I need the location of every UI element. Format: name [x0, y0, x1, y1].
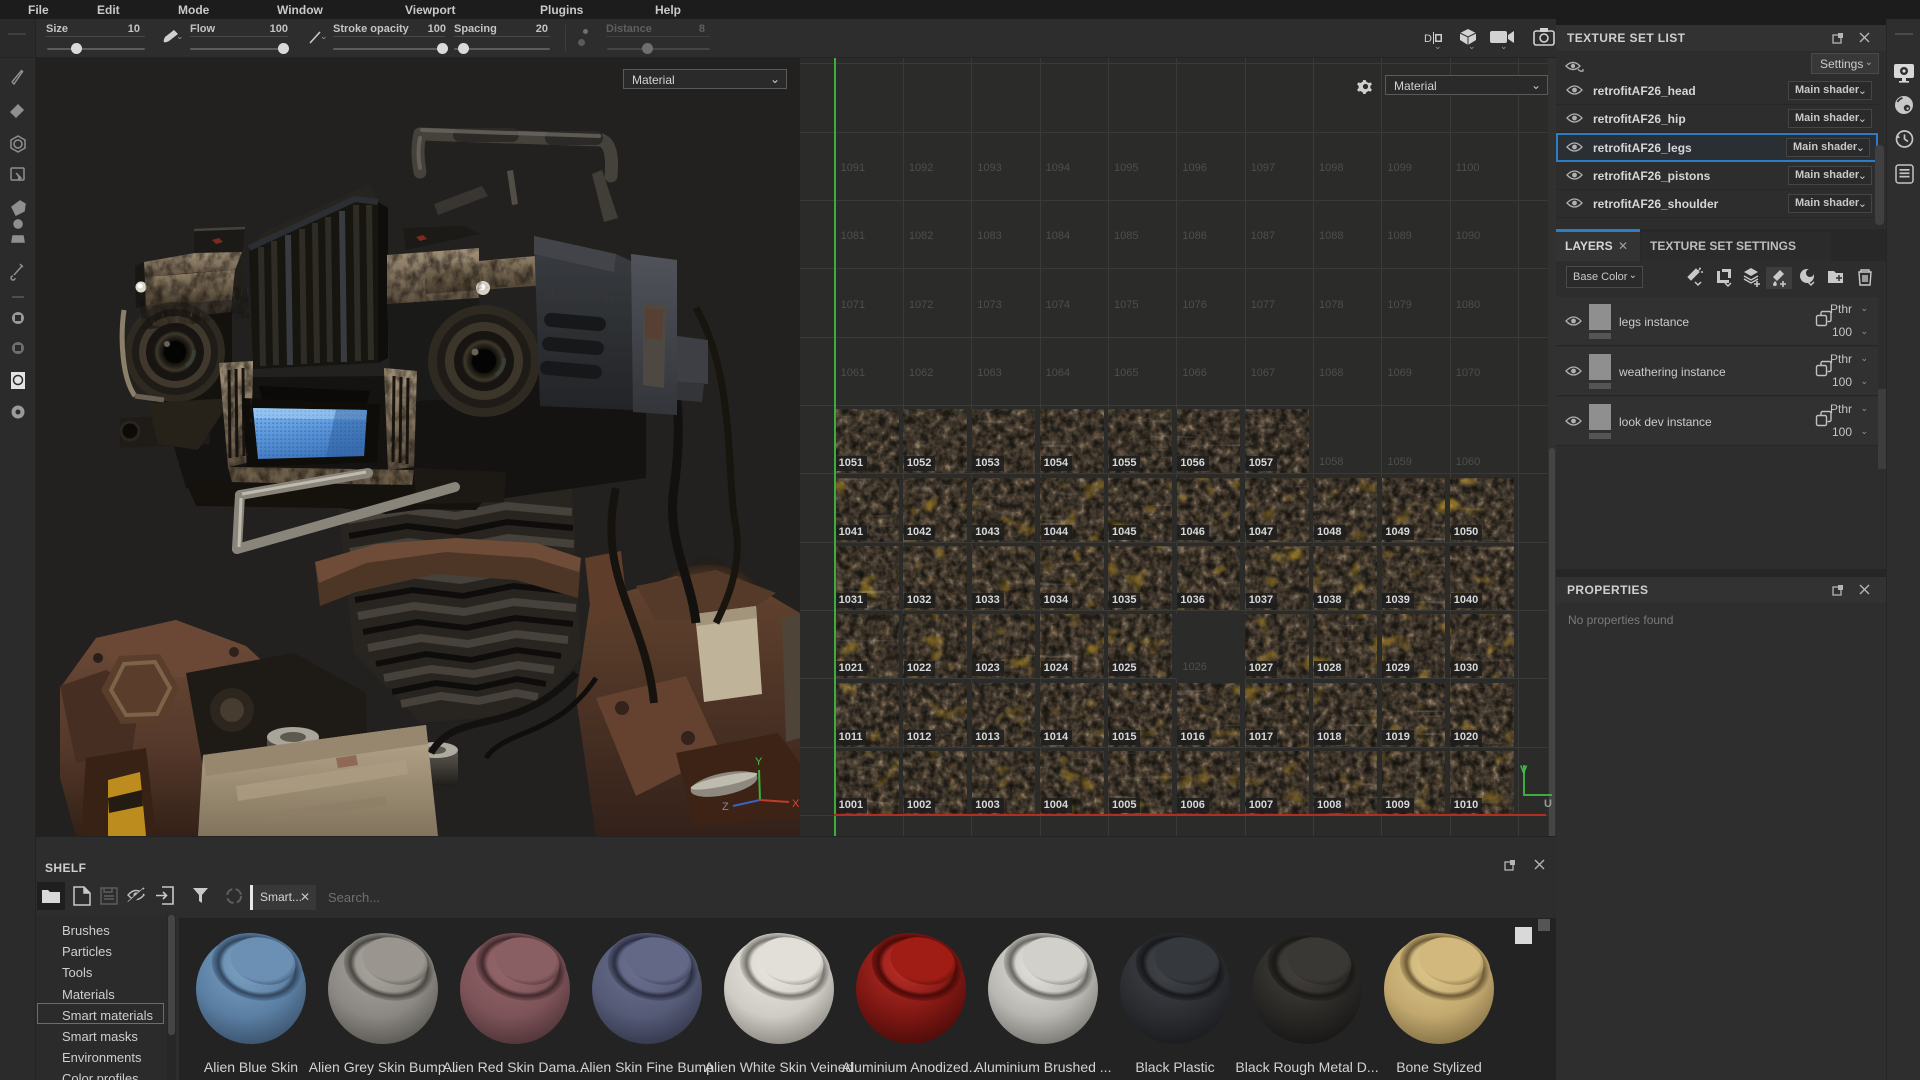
svg-text:D: D — [1424, 33, 1432, 45]
svg-text:U: U — [1544, 798, 1552, 808]
svg-text:X: X — [792, 798, 800, 810]
svg-text:Z: Z — [722, 801, 729, 813]
svg-text:Y: Y — [755, 756, 763, 768]
svg-text:V: V — [1520, 764, 1528, 776]
